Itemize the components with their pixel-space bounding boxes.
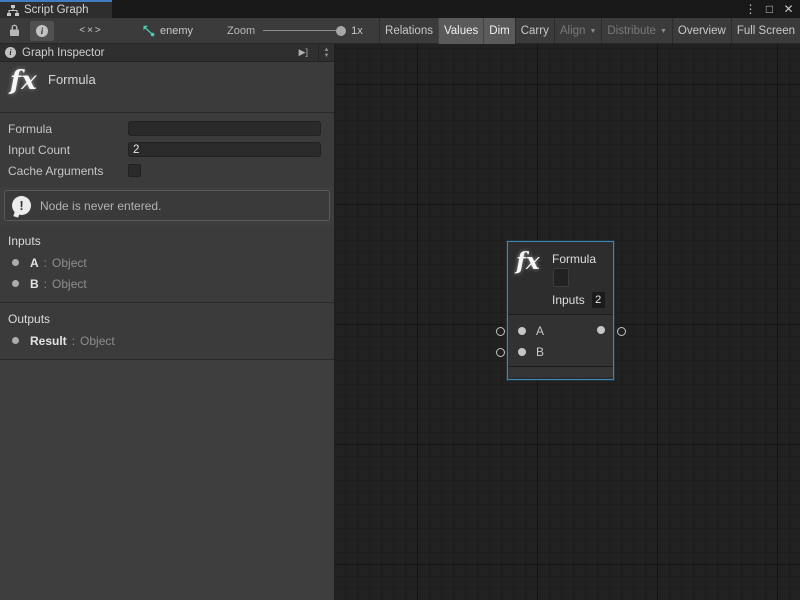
tab-script-graph[interactable]: Script Graph [0, 0, 112, 18]
toolbar-button-distribute[interactable]: Distribute ▼ [601, 18, 672, 44]
external-port-b-icon[interactable] [496, 348, 505, 357]
port-row-a: A : Object [0, 252, 334, 273]
output-port-result-icon[interactable] [597, 326, 605, 334]
port-row-result: Result : Object [0, 330, 334, 351]
formula-node-header[interactable]: fx Formula Inputs 2 [508, 242, 613, 314]
port-dot-icon [12, 259, 19, 266]
node-input-count-field[interactable]: 2 [592, 292, 605, 308]
fx-icon: fx [516, 248, 540, 275]
lock-icon [9, 24, 20, 37]
external-port-a-icon[interactable] [496, 327, 505, 336]
node-port-row-b: B [508, 341, 613, 362]
formula-node-ports: A B [508, 314, 613, 366]
info-icon: i [36, 25, 48, 37]
warning-box: ! Node is never entered. [4, 190, 330, 221]
chevron-down-icon: ▼ [660, 28, 667, 35]
panel-empty-area [0, 360, 334, 600]
node-port-row-a: A [508, 320, 613, 341]
toolbar-button-dim[interactable]: Dim [483, 18, 514, 44]
zoom-label: Zoom [227, 25, 255, 37]
zoom-control: Zoom 1x [227, 25, 363, 37]
input-count-input[interactable] [128, 142, 321, 157]
port-row-b: B : Object [0, 273, 334, 294]
toolbar-button-fullscreen[interactable]: Full Screen [731, 18, 800, 44]
graph-name: enemy [160, 25, 193, 37]
formula-node[interactable]: fx Formula Inputs 2 A B [507, 241, 614, 380]
unit-title: Formula [48, 72, 96, 87]
port-dot-icon [12, 280, 19, 287]
colon: : [44, 256, 47, 270]
unit-fields: Formula Input Count Cache Arguments [0, 113, 334, 187]
unit-header: fx Formula [0, 62, 334, 112]
input-port-b-icon[interactable] [518, 348, 526, 356]
formula-label: Formula [8, 122, 128, 136]
fx-icon: fx [10, 66, 37, 96]
code-preview-button[interactable]: <×> [68, 21, 114, 41]
node-inputs-row: Inputs 2 [552, 292, 605, 308]
panel-spinner[interactable]: ▲ ▼ [318, 44, 334, 62]
node-inputs-label: Inputs [552, 293, 585, 307]
close-icon[interactable]: ✕ [781, 0, 796, 18]
graph-canvas[interactable]: fx Formula Inputs 2 A B [335, 44, 800, 600]
spinner-down-icon[interactable]: ▼ [324, 53, 330, 59]
field-row-cache-arguments: Cache Arguments [0, 160, 334, 181]
zoom-slider-handle[interactable] [336, 26, 346, 36]
maximize-icon[interactable]: □ [762, 0, 777, 18]
hierarchy-icon [7, 5, 19, 16]
zoom-value: 1x [351, 25, 363, 37]
chevron-down-icon: ▼ [589, 28, 596, 35]
window-controls: ⋮ □ ✕ [743, 0, 796, 18]
inspector-toggle-button[interactable]: i [30, 21, 54, 41]
field-row-formula: Formula [0, 118, 334, 139]
formula-input[interactable] [128, 121, 321, 136]
toolbar-button-values[interactable]: Values [438, 18, 483, 44]
toolbar-button-carry[interactable]: Carry [515, 18, 554, 44]
colon: : [44, 277, 47, 291]
field-row-input-count: Input Count [0, 139, 334, 160]
graph-breadcrumb[interactable]: enemy [142, 25, 193, 37]
toolbar-button-overview[interactable]: Overview [672, 18, 731, 44]
cache-arguments-checkbox[interactable] [128, 164, 141, 177]
port-dot-icon [12, 337, 19, 344]
warning-icon: ! [12, 196, 31, 215]
zoom-slider[interactable] [263, 30, 343, 31]
node-footer [508, 366, 613, 377]
kebab-menu-icon[interactable]: ⋮ [743, 0, 758, 18]
inputs-heading: Inputs [0, 225, 334, 252]
input-port-a-icon[interactable] [518, 327, 526, 335]
cache-arguments-label: Cache Arguments [8, 164, 128, 178]
dock-icon[interactable]: ▶] [295, 47, 312, 58]
node-formula-field[interactable] [553, 268, 569, 287]
node-title: Formula [552, 252, 596, 266]
tab-bar: Script Graph ⋮ □ ✕ [0, 0, 800, 18]
lock-button[interactable] [4, 21, 24, 41]
inputs-section: Inputs A : Object B : Object [0, 225, 334, 302]
warning-text: Node is never entered. [40, 199, 161, 213]
outputs-section: Outputs Result : Object [0, 303, 334, 359]
graph-toolbar: i <×> enemy Zoom 1x Relations Values Dim… [0, 18, 800, 44]
toolbar-button-align[interactable]: Align ▼ [554, 18, 602, 44]
info-icon: i [5, 47, 16, 58]
colon: : [72, 334, 75, 348]
inspector-header: i Graph Inspector ▶] ▲ ▼ [0, 44, 334, 62]
graph-inspector-panel: i Graph Inspector ▶] ▲ ▼ fx Formula Form… [0, 44, 335, 600]
input-count-label: Input Count [8, 143, 128, 157]
external-port-result-icon[interactable] [617, 327, 626, 336]
toolbar-button-relations[interactable]: Relations [379, 18, 438, 44]
graph-icon [142, 25, 155, 37]
tab-title: Script Graph [24, 4, 89, 16]
inspector-title: Graph Inspector [22, 47, 289, 59]
toolbar-toggles: Relations Values Dim Carry Align ▼ Distr… [379, 18, 800, 44]
outputs-heading: Outputs [0, 303, 334, 330]
